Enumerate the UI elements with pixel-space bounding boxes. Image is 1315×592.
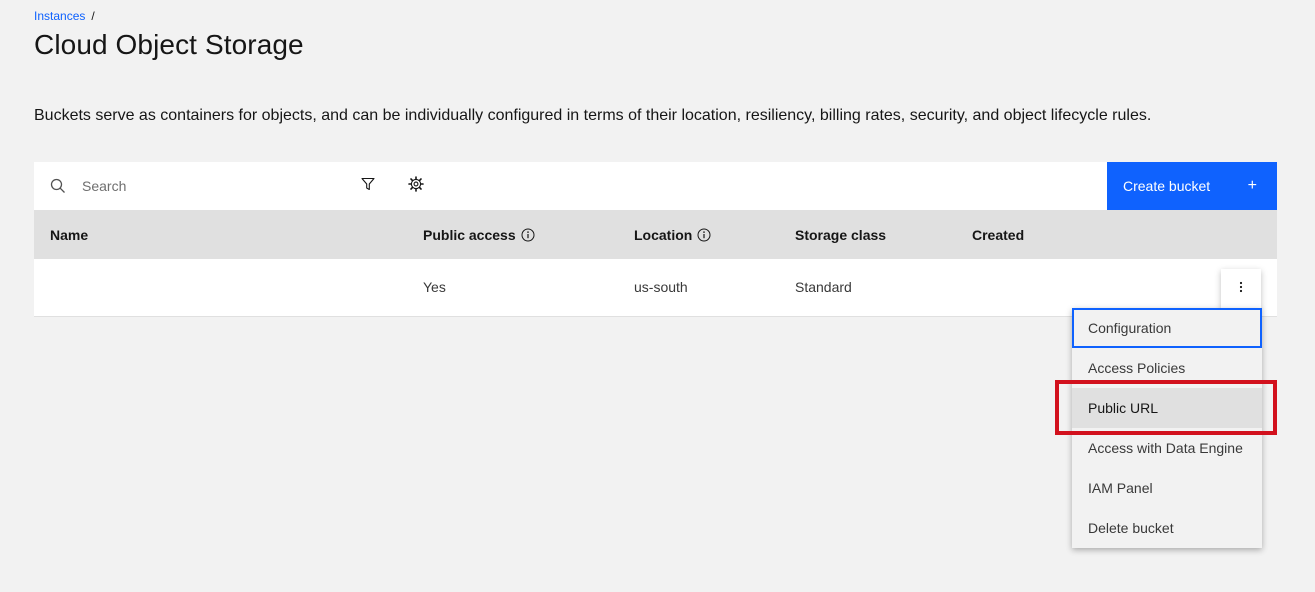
info-icon[interactable] <box>521 228 535 242</box>
breadcrumb-separator: / <box>91 9 95 23</box>
row-overflow-menu-button[interactable] <box>1221 269 1261 309</box>
buckets-table: Name Public access Location Storage clas… <box>34 210 1277 317</box>
menu-item-access-with-data-engine[interactable]: Access with Data Engine <box>1072 428 1262 468</box>
settings-button[interactable] <box>392 162 440 210</box>
overflow-menu-vertical-icon <box>1239 280 1243 298</box>
column-header-label: Location <box>634 226 693 243</box>
menu-item-access-policies[interactable]: Access Policies <box>1072 348 1262 388</box>
cell-location: us-south <box>618 259 779 317</box>
filter-button[interactable] <box>344 162 392 210</box>
cell-name[interactable] <box>34 259 407 317</box>
page-description: Buckets serve as containers for objects,… <box>34 107 1152 124</box>
create-bucket-button[interactable]: Create bucket + <box>1107 162 1277 210</box>
menu-item-iam-panel[interactable]: IAM Panel <box>1072 468 1262 508</box>
column-header-storage-class: Storage class <box>779 210 956 259</box>
cell-public-access: Yes <box>407 259 618 317</box>
gear-icon <box>408 175 424 197</box>
column-header-location: Location <box>618 210 779 259</box>
column-header-public-access: Public access <box>407 210 618 259</box>
menu-item-public-url[interactable]: Public URL <box>1072 388 1262 428</box>
column-header-label: Public access <box>423 226 516 243</box>
create-bucket-label: Create bucket <box>1123 178 1211 194</box>
plus-icon: + <box>1247 177 1257 194</box>
search-box[interactable] <box>34 162 344 210</box>
filter-icon <box>361 177 375 196</box>
cell-storage-class: Standard <box>779 259 956 317</box>
column-header-label: Name <box>50 226 89 243</box>
page-title: Cloud Object Storage <box>34 29 304 60</box>
overflow-menu: Configuration Access Policies Public URL… <box>1072 308 1262 548</box>
column-header-label: Storage class <box>795 226 887 243</box>
table-header-row: Name Public access Location Storage clas… <box>34 210 1277 259</box>
search-icon <box>34 162 82 210</box>
column-header-label: Created <box>972 226 1025 243</box>
search-input[interactable] <box>82 162 342 210</box>
menu-item-configuration[interactable]: Configuration <box>1072 308 1262 348</box>
column-header-name: Name <box>34 210 407 259</box>
info-icon[interactable] <box>697 228 711 242</box>
breadcrumb: Instances / <box>34 9 95 23</box>
table-toolbar: Create bucket + <box>34 162 1277 210</box>
breadcrumb-link-instances[interactable]: Instances <box>34 9 85 23</box>
column-header-created: Created <box>956 210 1277 259</box>
menu-item-delete-bucket[interactable]: Delete bucket <box>1072 508 1262 548</box>
